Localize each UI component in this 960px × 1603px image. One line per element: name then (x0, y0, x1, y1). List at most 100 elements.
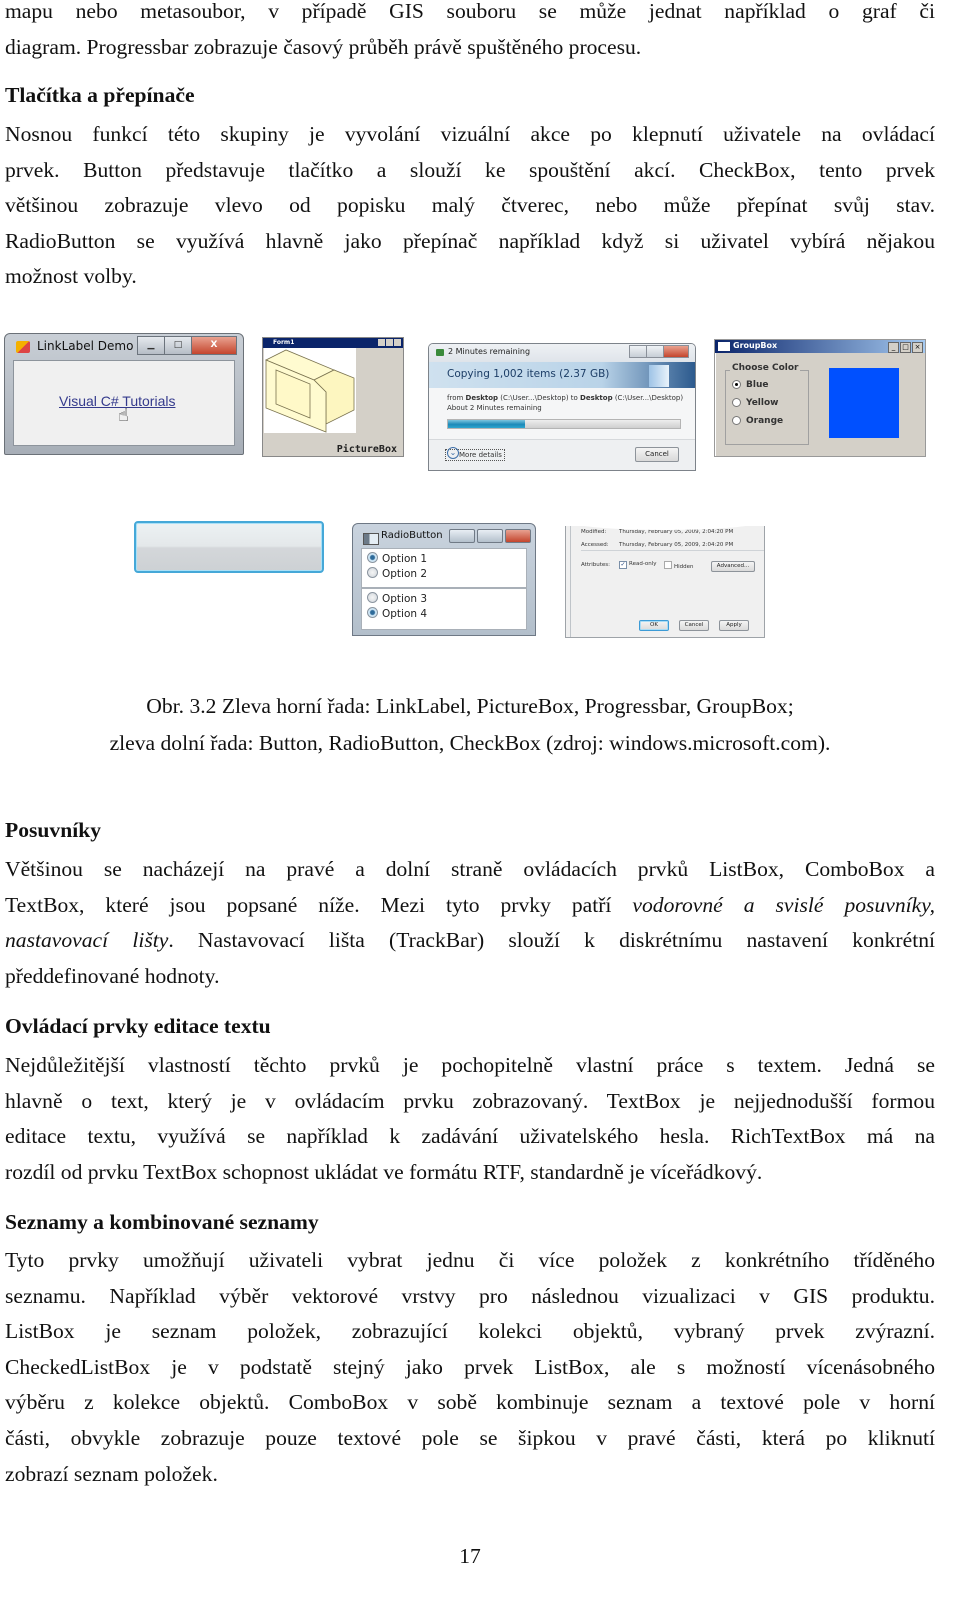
dialog-header: Copying 1,002 items (2.37 GB) (429, 362, 695, 388)
radio-yellow[interactable]: Yellow (732, 398, 778, 408)
radio-option-3[interactable]: Option 3 (367, 592, 427, 605)
window-title: Form1 (273, 339, 295, 346)
group-label: Choose Color (730, 363, 801, 373)
text-line: editace textu, využívá se například k za… (5, 1124, 935, 1149)
radio-orange[interactable]: Orange (732, 416, 783, 426)
text-line: seznamu. Například výběr vektorové vrstv… (5, 1283, 935, 1308)
window-title: RadioButton (381, 530, 443, 541)
destination-name: Desktop (580, 394, 613, 402)
radio-selected-icon (367, 552, 378, 563)
title-bar: 2 Minutes remaining (429, 344, 695, 362)
emphasis-text: vodorovné a svislé posuvníky, (632, 892, 936, 917)
cancel-button[interactable]: Cancel (635, 447, 679, 462)
source-name: Desktop (465, 394, 499, 402)
cancel-button[interactable]: Cancel (679, 620, 709, 631)
folder-icon (649, 365, 669, 387)
apply-button[interactable]: Apply (719, 620, 749, 631)
figure-caption-line-2: zleva dolní řada: Button, RadioButton, C… (109, 731, 831, 755)
intro-paragraph: mapu nebo metasoubor, v případě GIS soub… (5, 0, 935, 65)
minimize-button[interactable] (378, 339, 385, 346)
text-line: TextBox, které jsou popsané níže. Mezi t… (5, 888, 935, 924)
option-label: Blue (746, 380, 769, 390)
accessed-value: Thursday, February 05, 2009, 2:04:20 PM (619, 542, 734, 548)
text-line: diagram. Progressbar zobrazuje časový pr… (5, 34, 642, 59)
copy-status-heading: Copying 1,002 items (2.37 GB) (447, 368, 610, 380)
maximize-button[interactable] (646, 345, 664, 358)
text-run: TextBox, které jsou popsané níže. Mezi t… (5, 892, 633, 917)
modified-label: Modified: (581, 529, 607, 535)
radio-option-4[interactable]: Option 4 (367, 607, 427, 620)
text-line: nastavovací lišty. Nastavovací lišta (Tr… (5, 923, 935, 959)
text-line: mapu nebo metasoubor, v případě GIS soub… (5, 0, 935, 23)
emphasis-text: nastavovací lišty (5, 928, 169, 953)
close-button[interactable] (663, 345, 689, 358)
minimize-button[interactable]: ▁ (137, 336, 165, 355)
close-button[interactable] (505, 529, 531, 543)
radio-blue[interactable]: Blue (732, 380, 768, 390)
minimize-button[interactable] (449, 529, 475, 543)
button-screenshot[interactable] (134, 521, 324, 573)
radio-option-1[interactable]: Option 1 (367, 552, 427, 565)
text-line: části, obvykle zobrazuje pouze textové p… (5, 1425, 935, 1450)
radiobutton-screenshot: RadioButton Option 1 Option 2 Option 3 O… (352, 523, 536, 636)
text-line: Nosnou funkcí této skupiny je vyvolání v… (5, 122, 935, 146)
heading-buttons: Tlačítka a přepínače (5, 83, 195, 107)
picture-box (264, 348, 356, 433)
progress-fill (448, 420, 525, 428)
monitor-icon (265, 349, 355, 433)
checkbox-screenshot: Modified: Thursday, February 05, 2009, 2… (565, 526, 765, 638)
option-label: Yellow (746, 398, 779, 408)
heading-scrollbars: Posuvníky (5, 818, 102, 842)
maximize-button[interactable] (477, 529, 503, 543)
close-button[interactable]: X (191, 336, 237, 355)
maximize-button[interactable]: □ (164, 336, 192, 355)
picturebox-label: PictureBox (336, 444, 397, 455)
radio-option-2[interactable]: Option 2 (367, 567, 427, 580)
close-button[interactable] (394, 339, 401, 346)
choose-color-group: Choose Color Blue Yellow Orange (725, 363, 809, 445)
maximize-button[interactable]: □ (900, 342, 911, 353)
divider (581, 550, 764, 551)
radio-group-1: Option 1 Option 2 (361, 548, 527, 588)
time-remaining: About 2 Minutes remaining (447, 404, 542, 412)
app-icon (16, 341, 30, 353)
heading-lists: Seznamy a kombinované seznamy (5, 1210, 319, 1234)
ok-button[interactable]: OK (639, 620, 669, 631)
color-swatch (829, 368, 899, 438)
linklabel-screenshot: LinkLabel Demo ▁ □ X Visual C# Tutorials… (4, 333, 244, 455)
text-run: . Nastavovací lišta (TrackBar) slouží k … (168, 928, 935, 953)
option-label: Orange (746, 416, 784, 426)
minimize-button[interactable]: _ (888, 342, 899, 353)
text-line: většinou zobrazuje vlevo od popisku malý… (5, 193, 935, 218)
minimize-button[interactable] (629, 345, 647, 358)
close-button[interactable]: × (912, 342, 923, 353)
readonly-checkbox[interactable]: ✓ Read-only (619, 561, 657, 569)
more-details-button[interactable]: More details (445, 447, 505, 461)
paragraph-scrollbars: Většinou se nacházejí na pravé a dolní s… (5, 852, 935, 994)
text-line: prvek. Button představuje tlačítko a slo… (5, 157, 935, 182)
radio-empty-icon (367, 567, 378, 578)
option-label: Option 2 (382, 568, 428, 580)
page-number: 17 (459, 1544, 481, 1568)
progress-bar (447, 419, 681, 429)
title-bar: LinkLabel Demo ▁ □ X (5, 334, 243, 360)
window-client: Visual C# Tutorials ☝ (13, 360, 235, 446)
maximize-button[interactable] (386, 339, 393, 346)
text-line: Většinou se nacházejí na pravé a dolní s… (5, 857, 935, 881)
text-line: rozdíl od prvku TextBox schopnost ukláda… (5, 1159, 763, 1184)
checkbox-empty-icon (664, 561, 672, 569)
window-title: LinkLabel Demo (37, 339, 134, 353)
from-text: from (447, 394, 466, 402)
option-label: Option 3 (382, 593, 428, 605)
source-path: (C:\User...\Desktop) to (498, 394, 581, 402)
dialog-footer: More details Cancel (429, 439, 695, 470)
radio-selected-icon (367, 607, 378, 618)
hidden-checkbox[interactable]: Hidden (664, 561, 694, 570)
radio-selected-icon (732, 380, 741, 389)
text-line: RadioButton se využívá hlavně jako přepí… (5, 228, 935, 253)
heading-text-editing: Ovládací prvky editace textu (5, 1014, 271, 1038)
radio-empty-icon (732, 416, 741, 425)
copy-source-destination: from Desktop (C:\User...\Desktop) to Des… (447, 394, 683, 402)
advanced-button[interactable]: Advanced... (711, 561, 755, 572)
text-line: CheckedListBox je v podstatě stejný jako… (5, 1354, 935, 1379)
